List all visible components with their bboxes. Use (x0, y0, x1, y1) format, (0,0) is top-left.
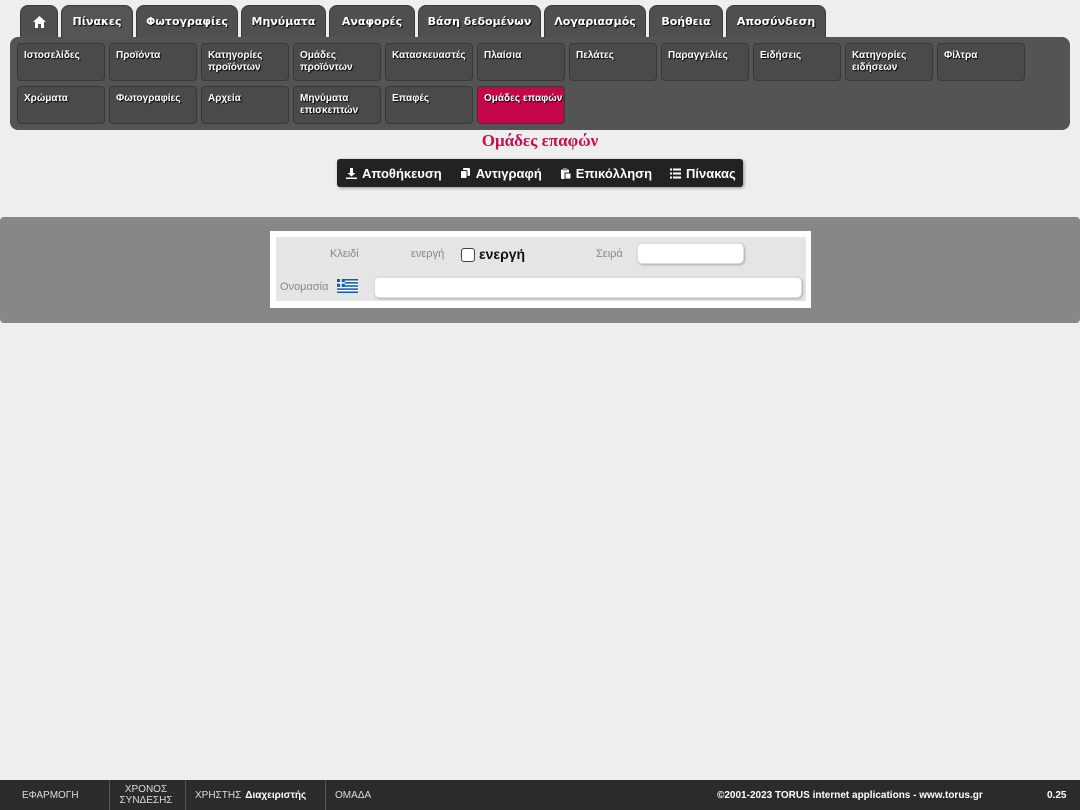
tab-account[interactable]: Λογαριασμός (544, 5, 646, 37)
save-button[interactable]: Αποθήκευση (346, 166, 442, 181)
submenu-item-news[interactable]: Ειδήσεις (753, 43, 841, 81)
key-label: Κλειδί (330, 248, 359, 260)
table-button-label: Πίνακας (686, 165, 736, 181)
submenu-item-label: Πλαίσια (484, 50, 522, 61)
order-label: Σειρά (596, 248, 623, 260)
name-label: Ονομασία (280, 281, 329, 293)
submenu-item-label: Ομάδες επαφών (484, 93, 563, 104)
submenu-item-filters[interactable]: Φίλτρα (937, 43, 1025, 81)
submenu-item-contacts[interactable]: Επαφές (385, 86, 473, 124)
tab-reports[interactable]: Αναφορές (329, 5, 415, 37)
footer-group: ΟΜΑΔΑ (335, 789, 372, 801)
table-button[interactable]: Πίνακας (670, 166, 736, 181)
tab-label: Αναφορές (341, 15, 403, 28)
tab-label: Μηνύματα (251, 15, 316, 28)
submenu-item-orders[interactable]: Παραγγελίες (661, 43, 749, 81)
home-icon (32, 15, 46, 28)
footer-divider (185, 780, 186, 810)
submenu-item-label: Παραγγελίες (668, 50, 728, 61)
submenu-item-label: Επαφές (392, 93, 430, 104)
footer-version: 0.25 (1047, 789, 1067, 801)
submenu-item-news-categories[interactable]: Κατηγορίες ειδήσεων (845, 43, 933, 81)
submenu-item-label: Προϊόντα (116, 50, 161, 61)
order-input[interactable] (637, 243, 744, 264)
list-icon (670, 168, 682, 178)
tab-label: Αποσύνδεση (736, 15, 816, 28)
paste-icon (560, 167, 571, 179)
submenu-item-websites[interactable]: Ιστοσελίδες (17, 43, 105, 81)
submenu-item-label: Πελάτες (576, 50, 614, 61)
tab-label: Βοήθεια (661, 15, 711, 28)
paste-button-label: Επικόλληση (575, 165, 653, 181)
copy-button-label: Αντιγραφή (475, 165, 542, 181)
tab-messages[interactable]: Μηνύματα (241, 5, 326, 37)
submenu-item-visitor-messages[interactable]: Μηνύματα επισκεπτών (293, 86, 381, 124)
submenu-item-label: Χρώματα (24, 93, 68, 104)
footer-user-label: ΧΡΗΣΤΗΣ (195, 789, 242, 801)
main-nav-tabs: Πίνακες Φωτογραφίες Μηνύματα Αναφορές Βά… (20, 5, 826, 37)
tab-label: Λογαριασμός (554, 15, 636, 28)
download-icon (346, 167, 357, 179)
tab-label: Πίνακες (72, 15, 122, 28)
submenu-item-label: Ειδήσεις (760, 50, 802, 61)
footer-app: ΕΦΑΡΜΟΓΗ (22, 789, 79, 801)
submenu-item-frames[interactable]: Πλαίσια (477, 43, 565, 81)
paste-button[interactable]: Επικόλληση (560, 166, 652, 181)
tab-home[interactable] (20, 5, 58, 37)
active-checkbox-label[interactable]: ενεργή (479, 246, 525, 262)
submenu-item-products[interactable]: Προϊόντα (109, 43, 197, 81)
submenu-item-label: Μηνύματα επισκεπτών (300, 93, 359, 116)
footer-session-line1: ΧΡΟΝΟΣ (124, 784, 168, 795)
footer-session-line2: ΣΥΝΔΕΣΗΣ (119, 795, 173, 806)
footer-user-value: Διαχειριστής (245, 789, 307, 801)
submenu-item-product-groups[interactable]: Ομάδες προϊόντων (293, 43, 381, 81)
tab-tables[interactable]: Πίνακες (61, 5, 133, 37)
submenu-item-contact-groups[interactable]: Ομάδες επαφών (477, 86, 565, 124)
footer-session-time: ΧΡΟΝΟΣ ΣΥΝΔΕΣΗΣ (118, 780, 174, 810)
submenu-item-label: Κατασκευαστές (392, 50, 466, 61)
submenu-item-colors[interactable]: Χρώματα (17, 86, 105, 124)
active-checkbox[interactable] (461, 248, 475, 262)
greek-flag-icon (337, 279, 358, 293)
submenu-item-label: Κατηγορίες προϊόντων (208, 50, 263, 73)
submenu-item-customers[interactable]: Πελάτες (569, 43, 657, 81)
copy-icon (459, 167, 470, 179)
footer-divider (325, 780, 326, 810)
footer-divider (109, 780, 110, 810)
submenu-item-label: Φωτογραφίες (116, 93, 181, 104)
tab-database[interactable]: Βάση δεδομένων (418, 5, 541, 37)
tab-help[interactable]: Βοήθεια (649, 5, 723, 37)
status-footer: ΕΦΑΡΜΟΓΗ ΧΡΟΝΟΣ ΣΥΝΔΕΣΗΣ ΧΡΗΣΤΗΣ Διαχειρ… (0, 780, 1080, 810)
submenu-item-files[interactable]: Αρχεία (201, 86, 289, 124)
submenu-item-product-categories[interactable]: Κατηγορίες προϊόντων (201, 43, 289, 81)
tab-photos[interactable]: Φωτογραφίες (136, 5, 238, 37)
save-button-label: Αποθήκευση (362, 165, 442, 181)
name-input[interactable] (374, 277, 802, 298)
tab-logout[interactable]: Αποσύνδεση (726, 5, 826, 37)
submenu-panel: Ιστοσελίδες Προϊόντα Κατηγορίες προϊόντω… (10, 37, 1070, 130)
tab-label: Φωτογραφίες (146, 15, 228, 28)
active-label: ενεργή (411, 248, 445, 260)
submenu-item-manufacturers[interactable]: Κατασκευαστές (385, 43, 473, 81)
copy-button[interactable]: Αντιγραφή (459, 165, 542, 181)
tab-label: Βάση δεδομένων (427, 15, 532, 28)
submenu-item-label: Ιστοσελίδες (24, 50, 80, 61)
footer-copyright: ©2001-2023 TORUS internet applications -… (717, 789, 983, 801)
footer-user: ΧΡΗΣΤΗΣ Διαχειριστής (195, 780, 306, 810)
submenu-item-label: Ομάδες προϊόντων (300, 50, 353, 73)
action-toolbar: Αποθήκευση Αντιγραφή Επικόλληση Πίνακας (337, 159, 743, 187)
submenu-item-label: Κατηγορίες ειδήσεων (852, 50, 907, 73)
submenu-item-label: Φίλτρα (944, 50, 978, 61)
page-title: Ομάδες επαφών (481, 131, 599, 150)
submenu-item-photos[interactable]: Φωτογραφίες (109, 86, 197, 124)
submenu-item-label: Αρχεία (208, 93, 241, 104)
